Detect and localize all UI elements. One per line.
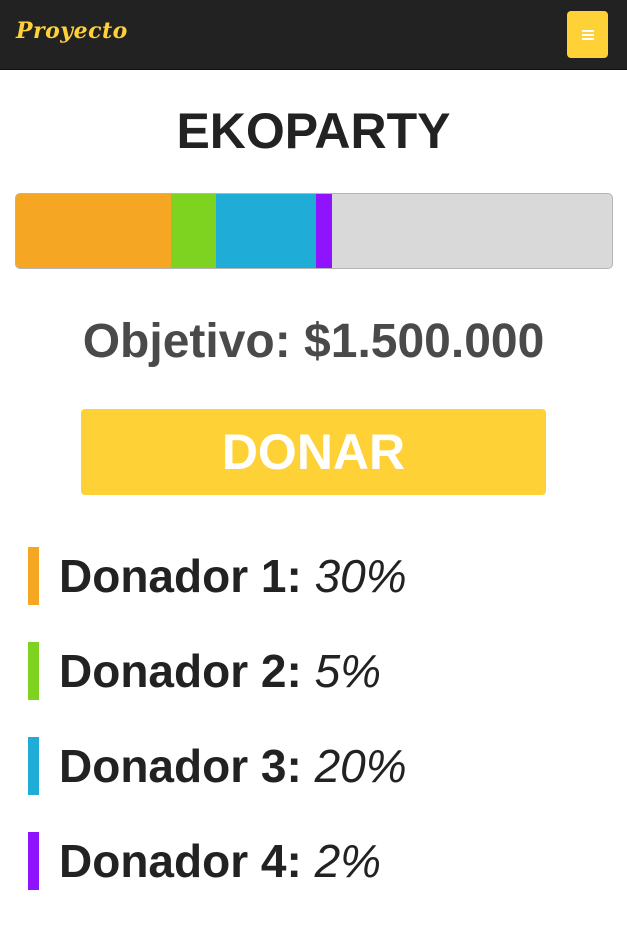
progress-segment-donor-4 <box>315 194 332 268</box>
donor-color-marker <box>28 642 39 700</box>
donor-name: Donador 4: <box>59 835 302 887</box>
brand-logo[interactable]: Proyecto <box>16 18 128 44</box>
top-navbar: Proyecto <box>0 0 627 70</box>
progress-segment-donor-2 <box>170 194 216 268</box>
donor-list: Donador 1: 30% Donador 2: 5% Donador 3: 20… <box>28 547 608 927</box>
donor-color-marker <box>28 547 39 605</box>
donor-label: Donador 4: 2% <box>59 833 381 889</box>
project-title: EKOPARTY <box>176 103 451 159</box>
goal-amount: Objetivo: $1.500.000 <box>82 315 545 368</box>
donor-label: Donador 2: 5% <box>59 643 381 699</box>
donor-share: 30% <box>314 550 407 602</box>
donor-item: Donador 1: 30% <box>28 547 608 605</box>
menu-toggle-button[interactable] <box>567 11 608 58</box>
donate-button[interactable]: DONAR <box>81 409 546 495</box>
donor-name: Donador 2: <box>59 645 302 697</box>
donor-name: Donador 3: <box>59 740 302 792</box>
donor-item: Donador 3: 20% <box>28 737 608 795</box>
donor-color-marker <box>28 832 39 890</box>
donor-share: 20% <box>314 740 407 792</box>
hamburger-menu-icon <box>581 29 594 40</box>
donor-label: Donador 1: 30% <box>59 548 407 604</box>
donor-share: 2% <box>314 835 382 887</box>
donor-item: Donador 4: 2% <box>28 832 608 890</box>
donor-share: 5% <box>314 645 382 697</box>
donor-name: Donador 1: <box>59 550 302 602</box>
donation-progress-bar <box>15 193 613 269</box>
donor-color-marker <box>28 737 39 795</box>
progress-segment-donor-1 <box>16 194 171 268</box>
progress-segment-donor-3 <box>215 194 316 268</box>
donor-label: Donador 3: 20% <box>59 738 407 794</box>
donor-item: Donador 2: 5% <box>28 642 608 700</box>
